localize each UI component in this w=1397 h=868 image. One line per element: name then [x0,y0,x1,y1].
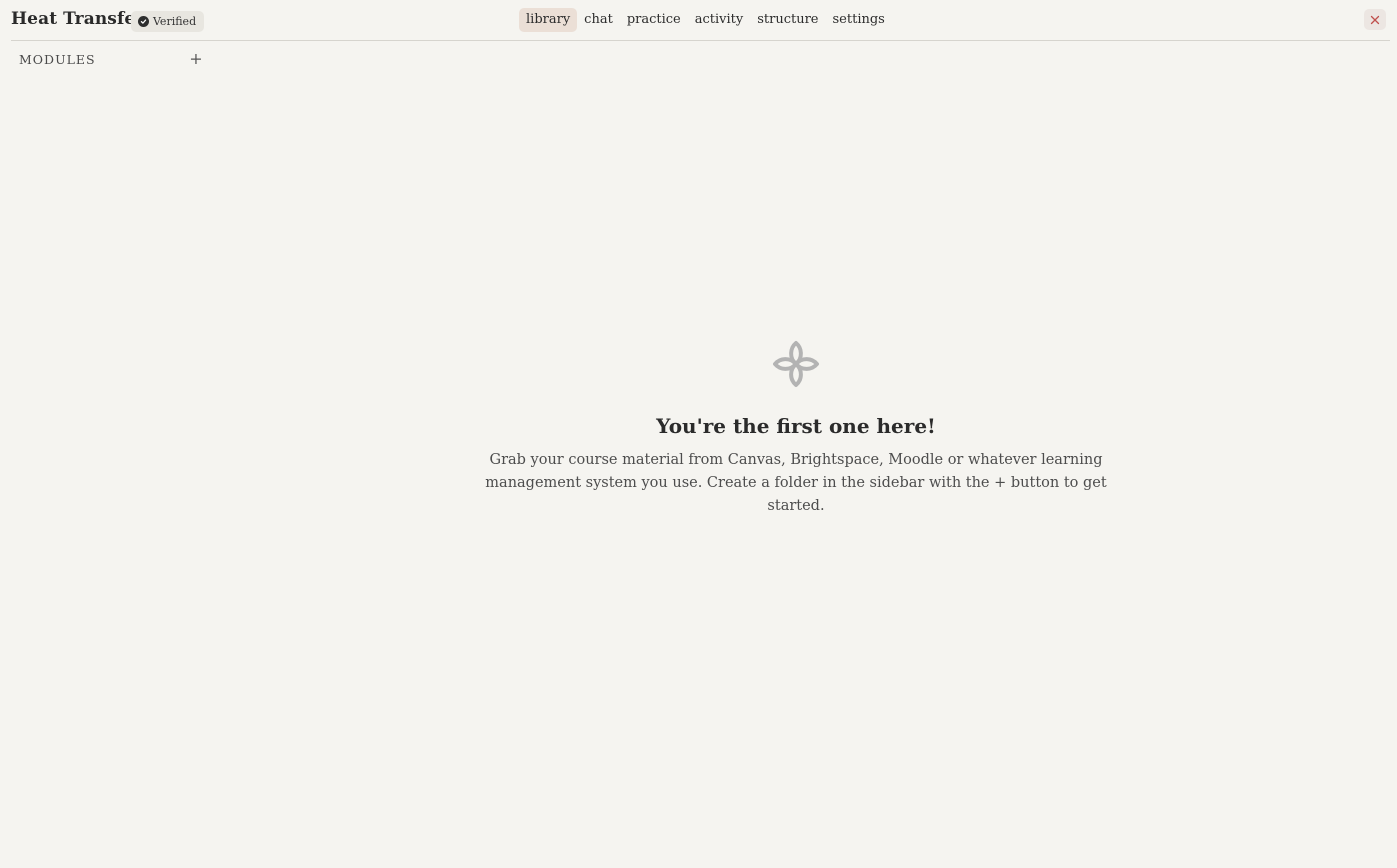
top-bar: Heat Transfer Verified library chat prac… [0,0,1397,41]
sidebar-modules-header: MODULES + [19,50,204,69]
course-title: Heat Transfer [11,9,145,29]
tab-chat[interactable]: chat [577,8,620,32]
tab-activity[interactable]: activity [688,8,750,32]
close-icon [1370,15,1380,24]
empty-state-title: You're the first one here! [656,414,936,438]
add-module-button[interactable]: + [188,50,204,68]
close-button[interactable] [1364,9,1386,30]
header-divider [11,40,1390,41]
verified-badge: Verified [131,11,205,32]
check-circle-icon [138,16,149,27]
tab-settings[interactable]: settings [826,8,892,32]
app-window: Heat Transfer Verified library chat prac… [0,0,1397,868]
tab-structure[interactable]: structure [750,8,825,32]
empty-state-description: Grab your course material from Canvas, B… [485,452,1107,514]
empty-state: You're the first one here! Grab your cou… [440,340,1152,518]
verified-label: Verified [153,15,197,28]
tab-practice[interactable]: practice [620,8,688,32]
flower-icon [773,341,819,387]
modules-section-label: MODULES [19,52,96,67]
main-tabs: library chat practice activity structure… [519,8,892,32]
tab-library[interactable]: library [519,8,578,32]
